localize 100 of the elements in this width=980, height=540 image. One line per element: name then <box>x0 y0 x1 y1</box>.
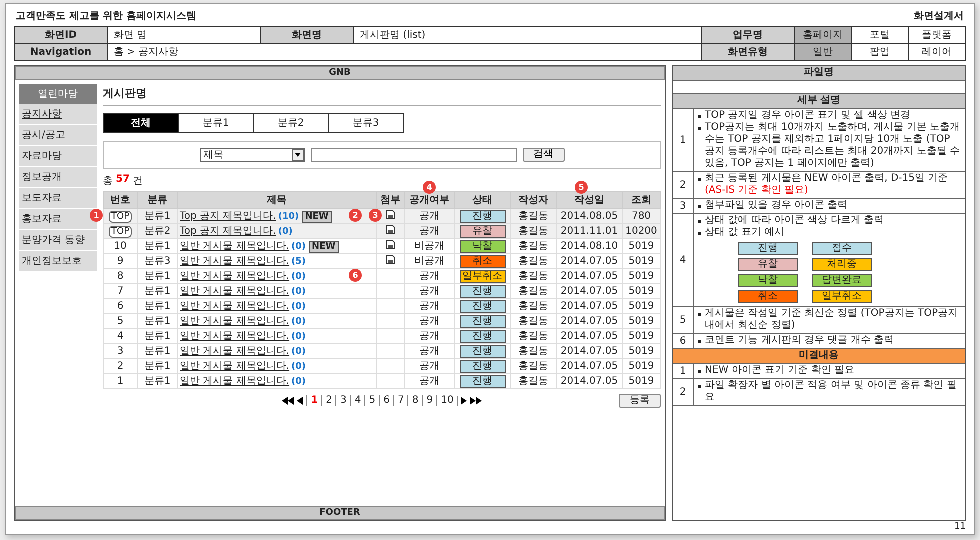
top-badge: TOP <box>109 226 132 238</box>
table-cell: 홍길동 <box>518 286 548 297</box>
sidebar-item[interactable]: 정보공개 <box>19 167 97 188</box>
table-cell: 6 <box>117 300 124 312</box>
sidebar-item[interactable]: 분양가격 동향 <box>19 230 97 251</box>
register-button[interactable]: 등록 <box>619 394 661 408</box>
table-cell: 공개 <box>420 361 440 372</box>
search-button[interactable]: 검색 <box>522 148 564 162</box>
description-text: TOP 공지일 경우 아이콘 표기 및 셀 색상 변경 <box>705 110 910 122</box>
table-cell: 7 <box>117 286 124 296</box>
option-cell: 팝업 <box>852 44 908 60</box>
page-link[interactable]: 9 <box>422 395 434 406</box>
table-cell: 5019 <box>628 286 654 296</box>
table-cell: 780 <box>632 210 652 222</box>
status-badge: 진행 <box>738 242 798 255</box>
section-header: 세부 설명 <box>673 94 965 109</box>
page-link[interactable]: 4 <box>350 395 362 406</box>
item-number: 4 <box>673 214 694 306</box>
info-label: 화면ID <box>14 26 108 44</box>
page-link[interactable]: 5 <box>364 395 376 406</box>
post-title-link[interactable]: 일반 게시물 제목입니다. <box>180 256 290 267</box>
table-cell: 분류1 <box>144 241 171 252</box>
post-title-link[interactable]: 일반 게시물 제목입니다. <box>180 241 290 252</box>
post-title-link[interactable]: Top 공지 제목입니다. <box>180 226 276 237</box>
category-tab[interactable]: 분류3 <box>328 113 404 133</box>
table-cell: 8 <box>117 270 124 282</box>
status-badge: 진행 <box>460 374 506 388</box>
post-title-link[interactable]: 일반 게시물 제목입니다. <box>180 346 290 357</box>
item-number: 2 <box>673 379 694 405</box>
page-link[interactable]: 8 <box>407 395 419 406</box>
item-number: 3 <box>673 199 694 213</box>
first-page-icon[interactable] <box>282 396 294 404</box>
category-tab[interactable]: 전체 <box>103 113 179 133</box>
bullet-icon <box>698 313 701 316</box>
page-link[interactable]: 3 <box>335 395 347 406</box>
table-cell: 1 <box>117 376 124 386</box>
column-header: 첨부 <box>376 192 404 208</box>
category-tab[interactable]: 분류1 <box>178 113 254 133</box>
status-badge: 처리중 <box>812 258 872 271</box>
page-link[interactable]: 6 <box>378 395 390 406</box>
total-count: 57 <box>116 174 130 187</box>
table-cell: 2014.07.05 <box>560 270 618 282</box>
next-page-icon[interactable] <box>460 396 467 404</box>
table-cell: 홍길동 <box>518 226 548 237</box>
count-label: 총 <box>103 175 113 188</box>
top-badge: TOP <box>109 210 132 222</box>
page-link[interactable]: 7 <box>392 395 404 406</box>
table-cell: 5019 <box>628 300 654 312</box>
document-type: 화면설계서 <box>914 10 964 23</box>
table-cell: 5019 <box>628 270 654 282</box>
table-cell: 5019 <box>628 360 654 372</box>
table-cell: 공개 <box>420 226 440 237</box>
post-title-link[interactable]: 일반 게시물 제목입니다. <box>180 286 290 297</box>
count-label: 건 <box>132 175 143 188</box>
post-title-link[interactable]: 일반 게시물 제목입니다. <box>180 361 290 372</box>
post-title-link[interactable]: 일반 게시물 제목입니다. <box>180 331 290 342</box>
previous-page-icon[interactable] <box>297 396 304 404</box>
last-page-icon[interactable] <box>470 396 482 404</box>
column-header: 제목 <box>178 192 376 208</box>
description-text: 최근 등록된 게시물은 NEW 아이콘 출력, D-15일 기준 (AS-IS 기준 확인 필요) <box>705 173 950 197</box>
post-title-link[interactable]: 일반 게시물 제목입니다. <box>180 271 290 282</box>
page-link[interactable]: 2 <box>321 395 332 406</box>
status-badge: 진행 <box>460 300 506 312</box>
bullet-icon <box>698 370 701 373</box>
status-badge: 진행 <box>460 344 506 358</box>
table-cell: 분류1 <box>144 346 171 357</box>
info-label: 업무명 <box>702 26 794 44</box>
table-cell: 공개 <box>420 286 440 297</box>
table-cell: 2014.08.05 <box>560 210 618 222</box>
annotation-marker: 2 <box>349 209 362 222</box>
status-badge: 낙찰 <box>460 240 506 252</box>
search-select[interactable]: 제목 <box>200 148 304 162</box>
search-field[interactable] <box>310 148 516 162</box>
sidebar-item[interactable]: 공지사항 <box>19 104 97 125</box>
table-cell: 5019 <box>628 240 654 252</box>
status-badge: 답변완료 <box>812 274 872 287</box>
sidebar-item[interactable]: 보도자료 <box>19 188 97 209</box>
post-title-link[interactable]: Top 공지 제목입니다. <box>180 211 276 222</box>
comment-count: (0) <box>292 347 306 357</box>
sidebar-item[interactable]: 자료마당 <box>19 146 97 167</box>
table-cell: 2014.07.05 <box>560 360 618 372</box>
menu-heading: 열린마당 <box>19 84 97 104</box>
option-cell: 포털 <box>852 26 908 44</box>
item-number: 1 <box>673 364 694 378</box>
section-header: 파일명 <box>673 66 965 81</box>
info-label: Navigation <box>14 44 108 60</box>
bullet-icon <box>698 340 701 343</box>
page-link[interactable]: 10 <box>436 395 454 406</box>
table-cell: 2014.07.05 <box>560 330 618 342</box>
column-header: 번호 <box>104 192 138 208</box>
table-cell: 5019 <box>628 376 654 386</box>
post-title-link[interactable]: 일반 게시물 제목입니다. <box>180 376 290 387</box>
sidebar-item[interactable]: 개인정보보호 <box>19 251 97 272</box>
sidebar-item[interactable]: 공시/공고 <box>19 125 97 146</box>
post-title-link[interactable]: 일반 게시물 제목입니다. <box>180 316 290 327</box>
category-tab[interactable]: 분류2 <box>253 113 329 133</box>
attachment-icon <box>386 225 395 234</box>
page-link[interactable]: 1 <box>306 395 318 406</box>
post-title-link[interactable]: 일반 게시물 제목입니다. <box>180 301 290 312</box>
status-badge: 접수 <box>812 242 872 255</box>
